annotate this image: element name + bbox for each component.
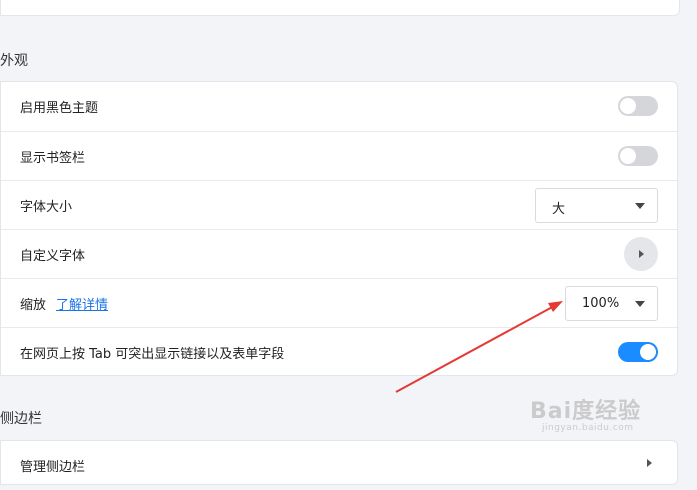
baidu-watermark: Bai度经验 jingyan.baidu.com [530,393,641,433]
annotation-arrow-head [548,301,563,312]
annotation-arrow-line [395,304,557,393]
watermark-text: Bai度经验 [530,399,642,424]
watermark-subtext: jingyan.baidu.com [542,423,634,433]
